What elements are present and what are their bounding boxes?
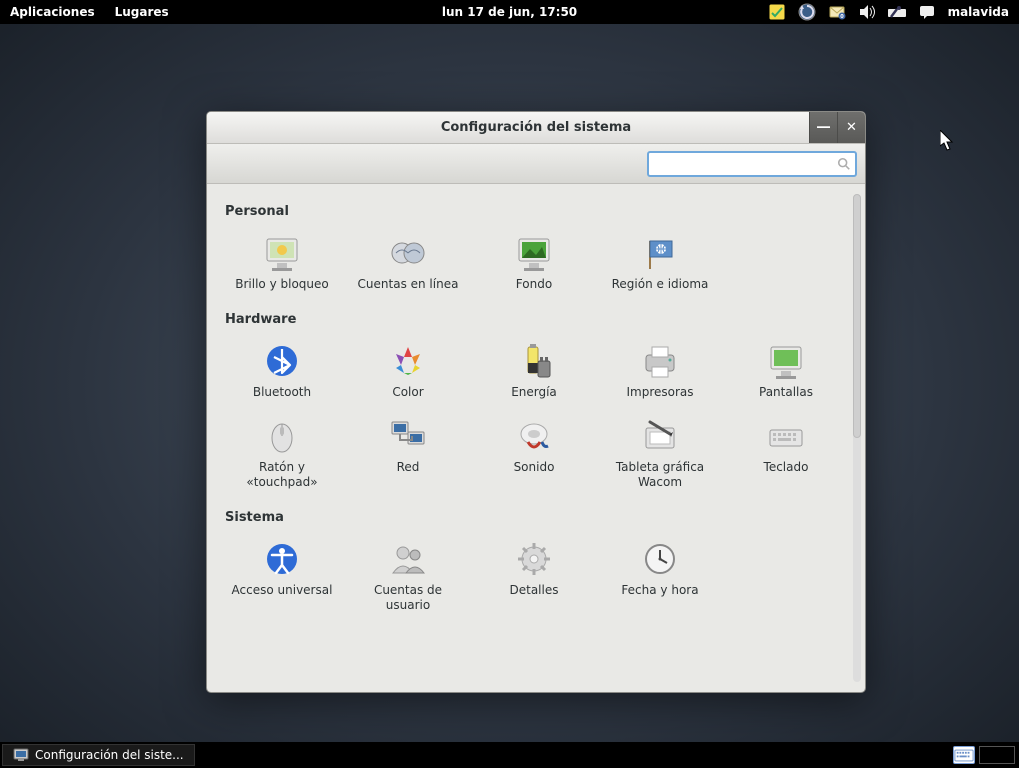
details-icon — [514, 539, 554, 579]
sound-icon — [514, 416, 554, 456]
user-menu[interactable]: malavida — [948, 5, 1009, 19]
tile-keyboard[interactable]: Teclado — [727, 410, 845, 496]
tile-power[interactable]: Energía — [475, 335, 593, 406]
search-icon — [837, 157, 851, 171]
clock[interactable]: lun 17 de jun, 17:50 — [442, 5, 577, 19]
tile-color[interactable]: Color — [349, 335, 467, 406]
tile-label: Fecha y hora — [621, 583, 698, 598]
keyboard-layout-indicator[interactable] — [953, 746, 975, 764]
cursor-icon — [940, 130, 956, 152]
window-title: Configuración del sistema — [207, 120, 865, 135]
scrollbar[interactable] — [853, 194, 861, 682]
universal-access-icon — [262, 539, 302, 579]
section-system: Acceso universal Cuentas de usuario Deta… — [223, 533, 855, 619]
section-hardware: Bluetooth Color Energía Impresoras — [223, 335, 855, 496]
background-icon — [514, 233, 554, 273]
content-area: Personal Brillo y bloqueo Cuentas en lín… — [207, 184, 865, 692]
section-system-title: Sistema — [225, 510, 855, 525]
titlebar[interactable]: Configuración del sistema ― ✕ — [207, 112, 865, 144]
tile-label: Red — [397, 460, 420, 475]
menu-places[interactable]: Lugares — [105, 5, 179, 19]
tile-network[interactable]: Red — [349, 410, 467, 496]
tile-mouse-touchpad[interactable]: Ratón y «touchpad» — [223, 410, 341, 496]
tile-label: Acceso universal — [232, 583, 333, 598]
tile-universal-access[interactable]: Acceso universal — [223, 533, 341, 619]
chat-icon[interactable] — [918, 3, 936, 21]
search-field[interactable] — [647, 151, 857, 177]
tile-label: Fondo — [516, 277, 552, 292]
tile-label: Cuentas de usuario — [351, 583, 465, 613]
toolbar — [207, 144, 865, 184]
tile-brightness-lock[interactable]: Brillo y bloqueo — [223, 227, 341, 298]
tile-label: Detalles — [510, 583, 559, 598]
bluetooth-icon — [262, 341, 302, 381]
user-accounts-icon — [388, 539, 428, 579]
section-personal-title: Personal — [225, 204, 855, 219]
online-accounts-icon — [388, 233, 428, 273]
tile-label: Región e idioma — [612, 277, 709, 292]
power-icon — [514, 341, 554, 381]
tile-region-language[interactable]: Región e idioma — [601, 227, 719, 298]
tile-online-accounts[interactable]: Cuentas en línea — [349, 227, 467, 298]
settings-window: Configuración del sistema ― ✕ Personal B… — [206, 111, 866, 693]
keyboard-icon — [766, 416, 806, 456]
tile-label: Sonido — [514, 460, 555, 475]
minimize-button[interactable]: ― — [809, 112, 837, 143]
tile-label: Brillo y bloqueo — [235, 277, 328, 292]
tile-label: Cuentas en línea — [358, 277, 459, 292]
tile-label: Energía — [511, 385, 557, 400]
taskbar-item-icon — [13, 747, 29, 763]
network-icon — [388, 416, 428, 456]
bottom-panel: Configuración del siste... — [0, 742, 1019, 768]
tile-wacom[interactable]: Tableta gráfica Wacom — [601, 410, 719, 496]
tile-bluetooth[interactable]: Bluetooth — [223, 335, 341, 406]
tile-label: Tableta gráfica Wacom — [603, 460, 717, 490]
color-icon — [388, 341, 428, 381]
accessibility-tray-icon[interactable] — [888, 3, 906, 21]
tile-details[interactable]: Detalles — [475, 533, 593, 619]
mail-icon[interactable]: 0 — [828, 3, 846, 21]
top-panel: Aplicaciones Lugares lun 17 de jun, 17:5… — [0, 0, 1019, 24]
region-language-icon — [640, 233, 680, 273]
close-button[interactable]: ✕ — [837, 112, 865, 143]
tile-label: Teclado — [764, 460, 809, 475]
scrollbar-thumb[interactable] — [853, 194, 861, 438]
tile-user-accounts[interactable]: Cuentas de usuario — [349, 533, 467, 619]
volume-icon[interactable] — [858, 3, 876, 21]
displays-icon — [766, 341, 806, 381]
tile-label: Impresoras — [626, 385, 693, 400]
tile-sound[interactable]: Sonido — [475, 410, 593, 496]
workspace-switcher[interactable] — [979, 746, 1015, 764]
printers-icon — [640, 341, 680, 381]
tile-background[interactable]: Fondo — [475, 227, 593, 298]
tile-label: Bluetooth — [253, 385, 311, 400]
date-time-icon — [640, 539, 680, 579]
tile-printers[interactable]: Impresoras — [601, 335, 719, 406]
tile-date-time[interactable]: Fecha y hora — [601, 533, 719, 619]
taskbar-item-settings[interactable]: Configuración del siste... — [2, 744, 195, 766]
menu-applications[interactable]: Aplicaciones — [0, 5, 105, 19]
tile-displays[interactable]: Pantallas — [727, 335, 845, 406]
section-hardware-title: Hardware — [225, 312, 855, 327]
tile-label: Color — [392, 385, 423, 400]
update-icon[interactable] — [798, 3, 816, 21]
wacom-icon — [640, 416, 680, 456]
mouse-icon — [262, 416, 302, 456]
tile-label: Pantallas — [759, 385, 813, 400]
tile-label: Ratón y «touchpad» — [225, 460, 339, 490]
note-icon[interactable] — [768, 3, 786, 21]
search-input[interactable] — [653, 157, 837, 171]
section-personal: Brillo y bloqueo Cuentas en línea Fondo … — [223, 227, 855, 298]
svg-text:0: 0 — [840, 14, 844, 20]
brightness-lock-icon — [262, 233, 302, 273]
taskbar-item-label: Configuración del siste... — [35, 748, 184, 762]
